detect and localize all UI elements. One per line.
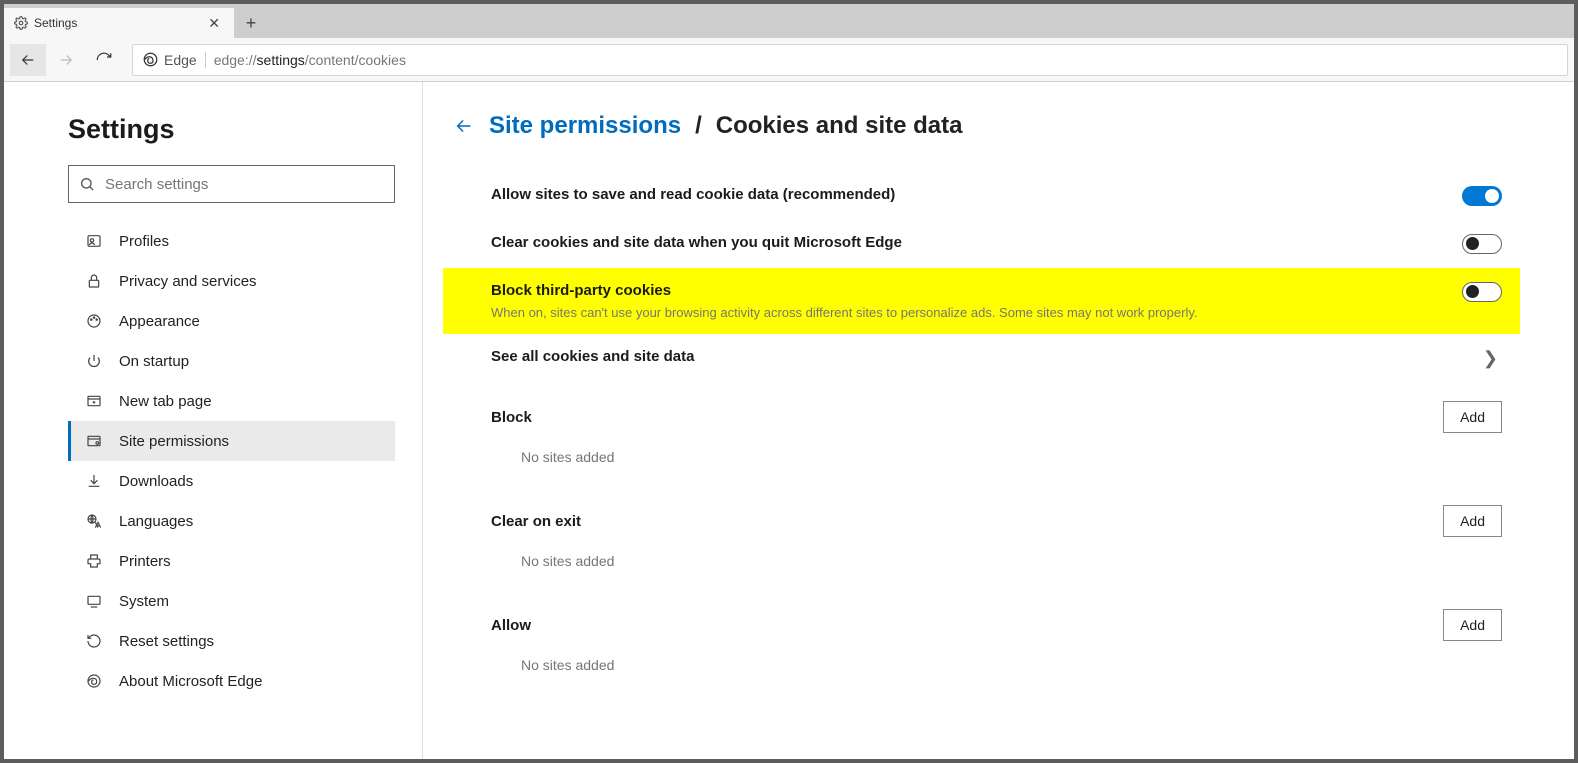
section-title: Block (491, 409, 532, 426)
main-panel: Site permissions / Cookies and site data… (423, 82, 1574, 759)
nav-label: Site permissions (119, 433, 229, 450)
nav-languages[interactable]: Languages (68, 501, 395, 541)
nav-label: Appearance (119, 313, 200, 330)
breadcrumb-separator: / (695, 112, 702, 140)
url-text: edge://settings/content/cookies (214, 52, 406, 68)
toggle-block-third-party[interactable] (1462, 282, 1502, 302)
edge-icon (143, 52, 158, 67)
nav-printers[interactable]: Printers (68, 541, 395, 581)
nav-privacy[interactable]: Privacy and services (68, 261, 395, 301)
nav-label: Languages (119, 513, 193, 530)
sidebar-title: Settings (68, 114, 394, 145)
printer-icon (85, 553, 103, 569)
setting-allow-cookies: Allow sites to save and read cookie data… (453, 172, 1520, 220)
newtab-icon (85, 393, 103, 409)
add-block-button[interactable]: Add (1443, 401, 1502, 433)
add-allow-button[interactable]: Add (1443, 609, 1502, 641)
nav-profiles[interactable]: Profiles (68, 221, 395, 261)
lock-icon (85, 273, 103, 289)
palette-icon (85, 313, 103, 329)
nav-label: Privacy and services (119, 273, 257, 290)
setting-title: See all cookies and site data (491, 348, 1483, 365)
section-title: Clear on exit (491, 513, 581, 530)
nav-label: Downloads (119, 473, 193, 490)
nav-label: New tab page (119, 393, 212, 410)
empty-message: No sites added (491, 537, 1502, 591)
breadcrumb-link[interactable]: Site permissions (489, 112, 681, 140)
toggle-clear-on-quit[interactable] (1462, 234, 1502, 254)
origin-label: Edge (164, 52, 197, 68)
back-button[interactable] (10, 44, 46, 76)
permissions-icon (85, 433, 103, 449)
gear-icon (14, 16, 28, 30)
profile-icon (85, 233, 103, 249)
setting-clear-on-quit: Clear cookies and site data when you qui… (453, 220, 1520, 268)
add-clear-exit-button[interactable]: Add (1443, 505, 1502, 537)
search-settings[interactable] (68, 165, 395, 203)
nav-reset[interactable]: Reset settings (68, 621, 395, 661)
nav-label: Profiles (119, 233, 169, 250)
browser-tab[interactable]: Settings ✕ (4, 8, 234, 38)
search-icon (79, 176, 95, 192)
nav-label: Reset settings (119, 633, 214, 650)
close-icon[interactable]: ✕ (204, 13, 224, 34)
download-icon (85, 473, 103, 489)
edge-icon (85, 673, 103, 689)
empty-message: No sites added (491, 433, 1502, 487)
section-block: Block Add No sites added (453, 383, 1520, 487)
nav-label: About Microsoft Edge (119, 673, 262, 690)
setting-see-all-cookies[interactable]: See all cookies and site data ❯ (453, 334, 1520, 383)
power-icon (85, 353, 103, 369)
address-bar[interactable]: Edge edge://settings/content/cookies (132, 44, 1568, 76)
nav-label: On startup (119, 353, 189, 370)
nav-startup[interactable]: On startup (68, 341, 395, 381)
nav-appearance[interactable]: Appearance (68, 301, 395, 341)
new-tab-button[interactable]: + (234, 8, 268, 38)
site-identity: Edge (143, 52, 206, 68)
search-input[interactable] (105, 176, 384, 193)
nav-label: System (119, 593, 169, 610)
nav-downloads[interactable]: Downloads (68, 461, 395, 501)
tab-strip: Settings ✕ + (4, 4, 1574, 38)
section-allow: Allow Add No sites added (453, 591, 1520, 695)
settings-sidebar: Settings Profiles Privacy and services A… (4, 82, 423, 759)
setting-block-third-party: Block third-party cookies When on, sites… (443, 268, 1520, 334)
setting-title: Clear cookies and site data when you qui… (491, 234, 1462, 251)
nav-label: Printers (119, 553, 171, 570)
empty-message: No sites added (491, 641, 1502, 695)
browser-toolbar: Edge edge://settings/content/cookies (4, 38, 1574, 82)
nav-newtab[interactable]: New tab page (68, 381, 395, 421)
settings-nav: Profiles Privacy and services Appearance… (68, 221, 395, 701)
system-icon (85, 593, 103, 609)
tab-title: Settings (34, 16, 77, 30)
setting-description: When on, sites can't use your browsing a… (491, 305, 1462, 320)
nav-site-permissions[interactable]: Site permissions (68, 421, 395, 461)
setting-title: Block third-party cookies (491, 282, 1462, 299)
reset-icon (85, 633, 103, 649)
breadcrumb-back-button[interactable] (453, 115, 475, 137)
breadcrumb-current: Cookies and site data (716, 112, 963, 140)
chevron-right-icon: ❯ (1483, 348, 1502, 369)
nav-system[interactable]: System (68, 581, 395, 621)
content-area: Settings Profiles Privacy and services A… (4, 82, 1574, 759)
setting-title: Allow sites to save and read cookie data… (491, 186, 1462, 203)
toggle-allow-cookies[interactable] (1462, 186, 1502, 206)
refresh-button[interactable] (86, 44, 122, 76)
page-header: Site permissions / Cookies and site data (453, 112, 1520, 140)
forward-button[interactable] (48, 44, 84, 76)
language-icon (85, 513, 103, 529)
section-clear-on-exit: Clear on exit Add No sites added (453, 487, 1520, 591)
nav-about[interactable]: About Microsoft Edge (68, 661, 395, 701)
section-title: Allow (491, 617, 531, 634)
